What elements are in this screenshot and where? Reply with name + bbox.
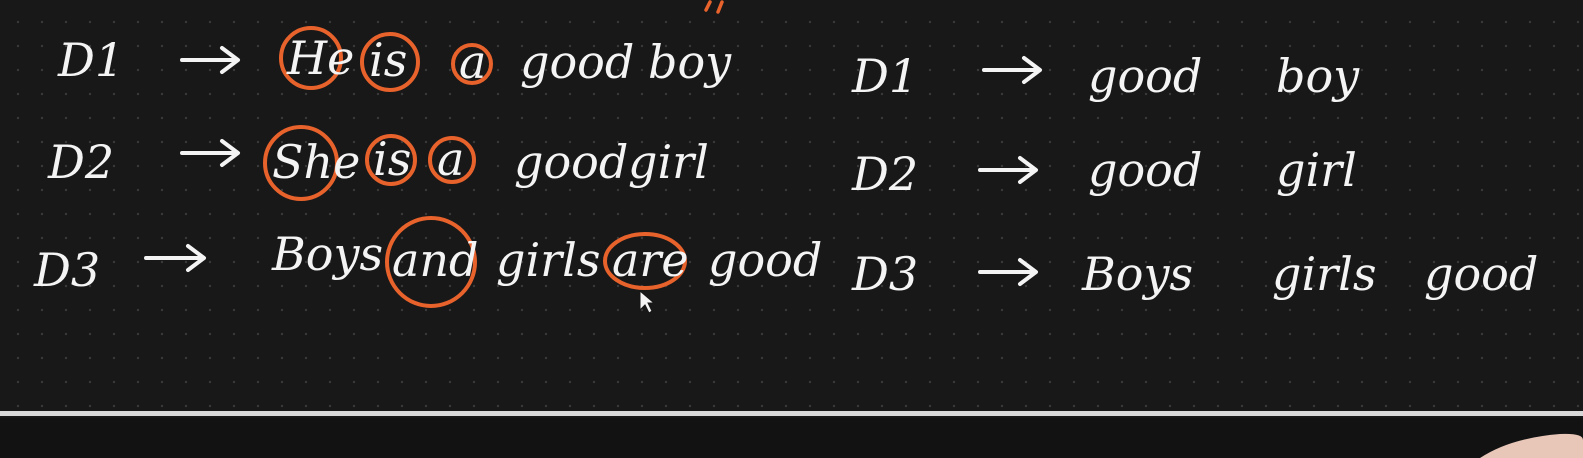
right-row-d2: D2 good girl (851, 143, 1357, 201)
left-word-a: a (437, 132, 464, 186)
left-panel: D1 He is a good boy D2 She is a good gir… (33, 26, 822, 308)
left-row-label: D2 (47, 135, 114, 189)
left-word-good: good (708, 233, 822, 287)
right-panel: D1 good boy D2 good girl D3 Boys girls g… (851, 49, 1538, 301)
left-row-d1: D1 He is a good boy (57, 26, 732, 92)
right-arrow-icon (180, 139, 240, 167)
presenter-hand (1480, 433, 1583, 458)
right-row-d3: D3 Boys girls good (851, 247, 1538, 301)
left-word-he: He (286, 31, 354, 85)
handwriting-layer: D1 He is a good boy D2 She is a good gir… (33, 0, 1583, 458)
left-word-are: are (612, 233, 689, 287)
right-word-boys: Boys (1081, 247, 1193, 301)
left-row-d2: D2 She is a good girl (47, 125, 709, 201)
left-word-she: She (272, 135, 360, 189)
right-arrow-icon (180, 46, 240, 74)
right-arrow-icon (144, 244, 206, 272)
left-word-good: good (514, 135, 628, 189)
left-word-good: good (520, 35, 634, 89)
left-word-boys: Boys (271, 227, 383, 281)
left-word-and: and (392, 233, 479, 287)
right-word-good: good (1424, 247, 1538, 301)
right-row-label: D3 (851, 247, 918, 301)
left-word-girls: girls (496, 233, 600, 287)
left-row-d3: D3 Boys and girls are good (33, 216, 822, 308)
left-word-girl: girl (628, 135, 709, 189)
left-word-a: a (459, 35, 486, 89)
left-row-label: D3 (33, 243, 100, 297)
partial-orange-mark (704, 0, 724, 14)
right-word-girls: girls (1272, 247, 1376, 301)
right-word-girl: girl (1276, 143, 1357, 197)
right-word-good: good (1088, 49, 1202, 103)
right-arrow-icon (982, 56, 1042, 84)
right-arrow-icon (978, 258, 1038, 286)
right-row-label: D1 (851, 49, 918, 103)
mouse-pointer-icon (639, 289, 656, 314)
right-row-d1: D1 good boy (851, 49, 1360, 103)
right-arrow-icon (978, 156, 1038, 184)
left-row-label: D1 (57, 33, 124, 87)
left-word-is: is (373, 132, 411, 186)
right-row-label: D2 (851, 147, 918, 201)
left-word-boy: boy (648, 35, 732, 89)
right-word-good: good (1088, 143, 1202, 197)
left-word-is: is (369, 33, 407, 87)
right-word-boy: boy (1276, 49, 1360, 103)
